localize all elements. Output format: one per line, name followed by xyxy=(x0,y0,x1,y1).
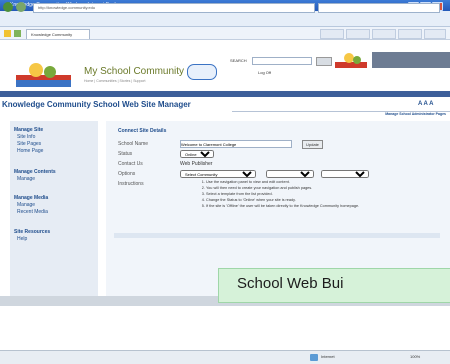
instructions-list: Use the navigation panel to view and edi… xyxy=(198,179,446,209)
sidebar-section-contents: Manage Contents Manage xyxy=(14,169,56,182)
sidebar-item-recent-media[interactable]: Recent Media xyxy=(17,209,48,215)
page-menu[interactable] xyxy=(372,29,396,39)
caption-banner: School Web Bui xyxy=(218,268,450,303)
contact-us-value: Web Publisher xyxy=(180,161,213,167)
site-logo xyxy=(16,63,71,87)
site-name: My School Community xyxy=(84,66,185,77)
sidebar-section-site: Manage Site Site Info Site Pages Home Pa… xyxy=(14,127,43,154)
forward-icon[interactable] xyxy=(16,2,26,12)
address-text: http://knowledge.community.edu xyxy=(38,5,96,10)
globe-icon xyxy=(310,354,318,361)
browser-tab[interactable]: Knowledge Community xyxy=(26,29,90,39)
caption-text: School Web Bui xyxy=(237,275,344,292)
back-icon[interactable] xyxy=(3,2,13,12)
community-badge-icon xyxy=(187,64,217,80)
content-divider xyxy=(114,233,440,238)
search-label: SEARCH xyxy=(230,58,247,63)
status-bar: Internet 100% xyxy=(0,350,450,364)
sidebar-heading-resources: Site Resources xyxy=(14,229,51,235)
sidebar-section-media: Manage Media Manage Recent Media xyxy=(14,195,48,215)
header-promo-image xyxy=(372,52,450,68)
sidebar-item-manage-contents[interactable]: Manage xyxy=(17,176,56,182)
contact-us-label: Contact Us xyxy=(118,161,143,167)
sidebar-heading-contents: Manage Contents xyxy=(14,169,56,175)
browser-search-input[interactable] xyxy=(318,3,440,13)
log-off-link[interactable]: Log Off xyxy=(258,70,271,75)
page-title: Knowledge Community School Web Site Mana… xyxy=(2,100,191,109)
help-menu[interactable] xyxy=(424,29,446,39)
update-button[interactable]: Update xyxy=(302,140,323,149)
home-button[interactable] xyxy=(320,29,344,39)
sidebar-heading-media: Manage Media xyxy=(14,195,49,201)
status-select[interactable]: Online xyxy=(180,150,214,158)
sidebar-heading-site: Manage Site xyxy=(14,127,44,133)
sidebar-item-manage-media[interactable]: Manage xyxy=(17,202,48,208)
add-favorites-icon[interactable] xyxy=(14,30,21,37)
section-nav-bar xyxy=(0,91,450,97)
option-select-2[interactable] xyxy=(266,170,314,178)
browser-navbar xyxy=(0,11,450,27)
sidebar-item-site-pages[interactable]: Site Pages xyxy=(17,141,43,147)
site-nav-links[interactable]: Home | Communities | Stories | Support xyxy=(84,79,145,83)
options-label: Options xyxy=(118,171,136,177)
partner-logo xyxy=(335,53,367,68)
instructions-label: Instructions xyxy=(118,181,144,187)
community-select[interactable]: Select Community xyxy=(180,170,256,178)
option-select-3[interactable] xyxy=(321,170,369,178)
sidebar-section-resources: Site Resources Help xyxy=(14,229,50,242)
zoom-level[interactable]: 100% xyxy=(410,354,420,359)
text-size-icon[interactable]: A A A xyxy=(418,101,433,107)
admin-header-text: Manage School Administrator Pages xyxy=(385,112,446,116)
sidebar-item-help[interactable]: Help xyxy=(17,236,50,242)
sidebar: Manage Site Site Info Site Pages Home Pa… xyxy=(10,121,98,305)
sidebar-item-home-page[interactable]: Home Page xyxy=(17,148,43,154)
sidebar-item-site-info[interactable]: Site Info xyxy=(17,134,43,140)
school-name-label: School Name xyxy=(118,141,149,147)
site-search-button[interactable] xyxy=(316,57,332,66)
tools-menu[interactable] xyxy=(398,29,422,39)
site-search-input[interactable] xyxy=(252,57,312,65)
tab-label: Knowledge Community xyxy=(31,32,73,37)
school-name-field[interactable] xyxy=(180,140,292,148)
form-header: Connect Site Details xyxy=(118,128,167,134)
admin-header-bar: Manage School Administrator Pages xyxy=(232,111,450,118)
favorites-star-icon[interactable] xyxy=(4,30,11,37)
instruction-item: If the site is 'Offline' the user will b… xyxy=(206,203,446,209)
zone-label: Internet xyxy=(321,354,335,359)
status-label: Status xyxy=(118,151,133,157)
print-button[interactable] xyxy=(346,29,370,39)
address-bar[interactable]: http://knowledge.community.edu xyxy=(33,3,315,13)
